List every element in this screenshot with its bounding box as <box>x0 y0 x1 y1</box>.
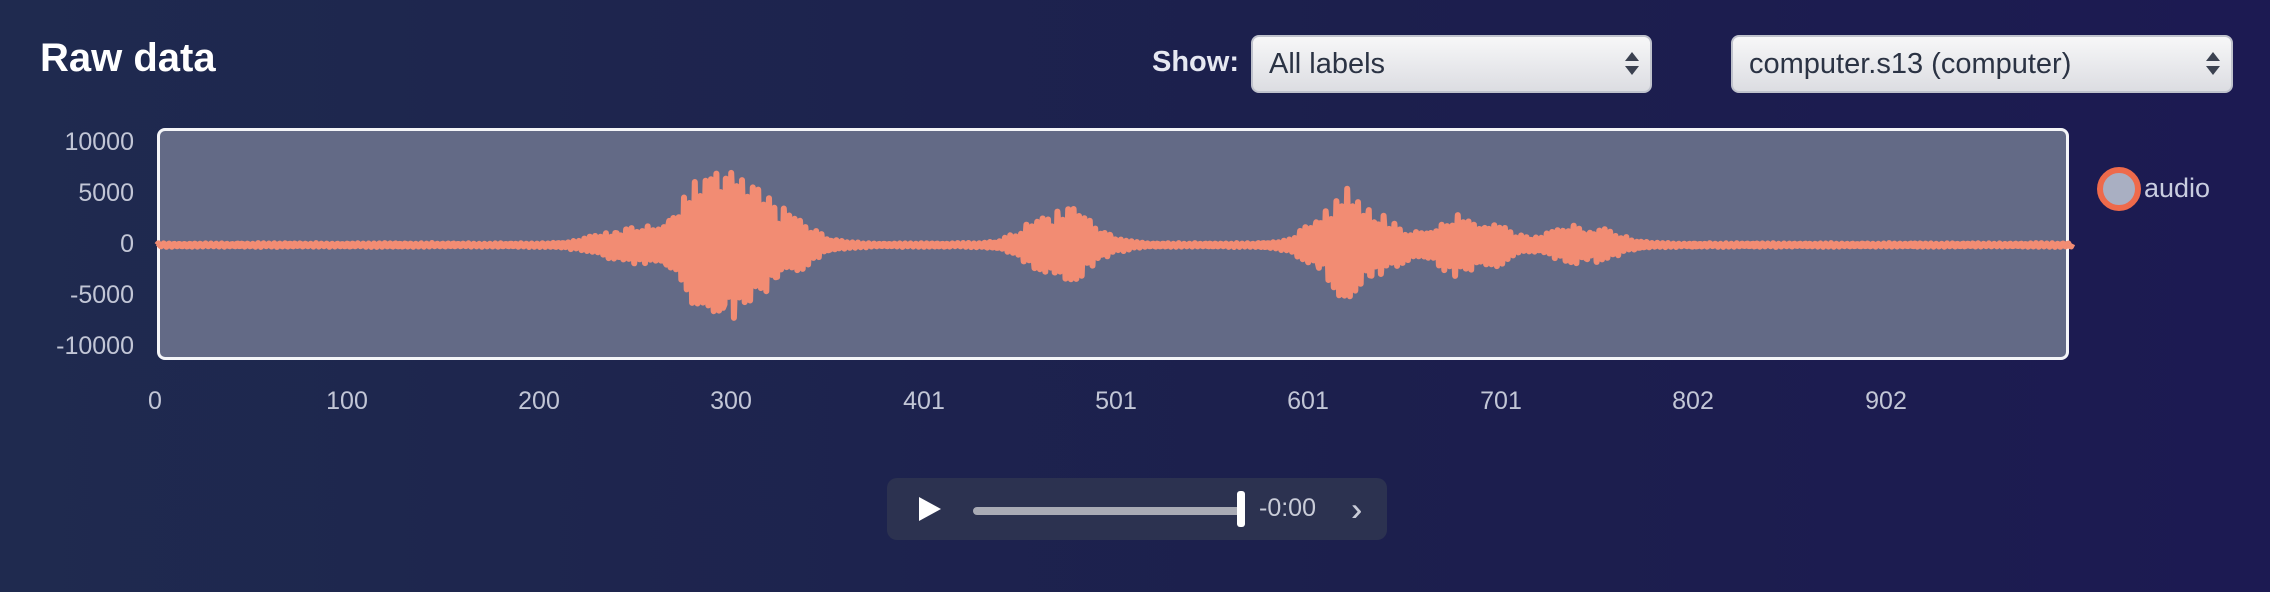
progress-thumb[interactable] <box>1237 491 1245 527</box>
play-icon[interactable] <box>919 497 941 521</box>
audio-player: -0:00 ›› <box>887 478 1387 540</box>
skip-forward-icon[interactable]: ›› <box>1351 491 1365 528</box>
progress-track[interactable] <box>973 507 1245 515</box>
time-remaining: -0:00 <box>1259 494 1316 522</box>
legend-audio-marker[interactable] <box>2097 167 2141 211</box>
audio-series-line <box>154 169 2076 321</box>
legend-audio-label: audio <box>2144 173 2211 203</box>
